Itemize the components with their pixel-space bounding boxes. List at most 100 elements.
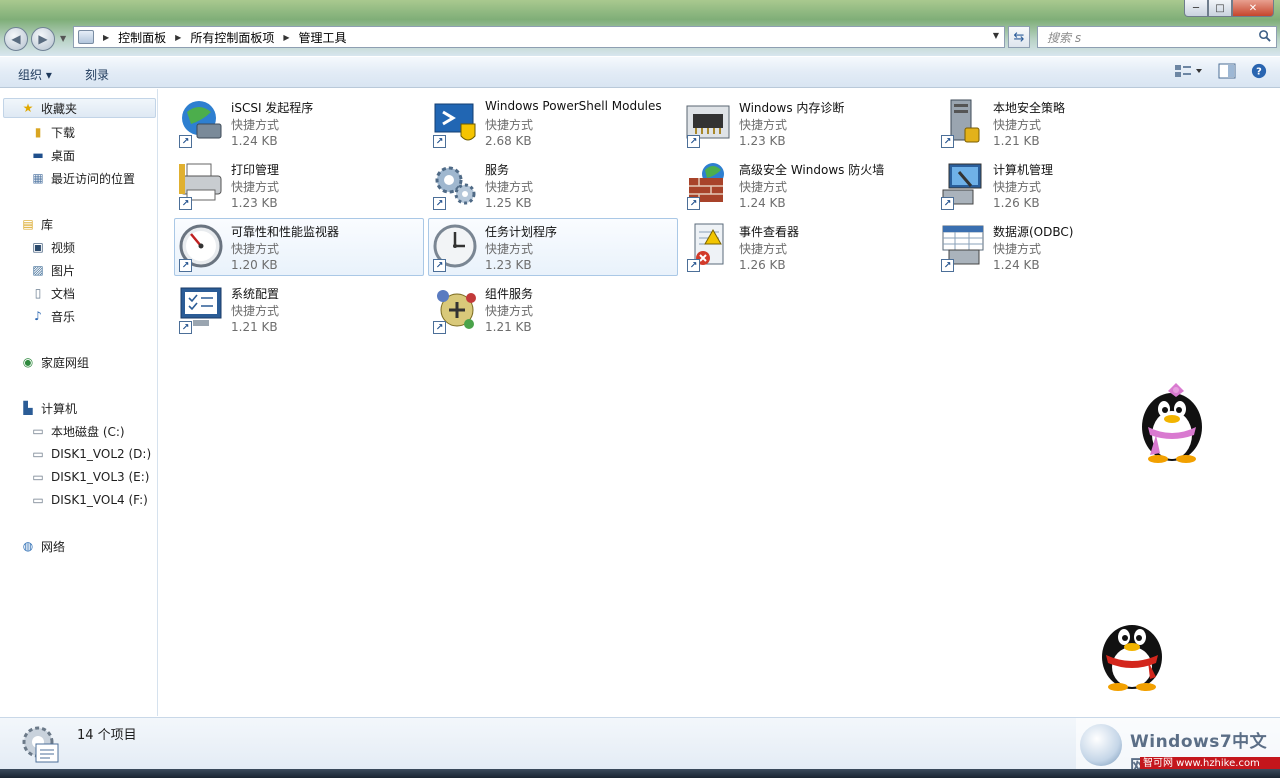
recent-pages-dropdown-icon[interactable]: ▼ <box>60 34 66 43</box>
file-size: 2.68 KB <box>485 133 532 148</box>
file-item-memory-diagnostic[interactable]: ↗ Windows 内存诊断 快捷方式 1.23 KB <box>682 94 932 152</box>
item-count: 14 个项目 <box>77 728 137 743</box>
nav-favorites[interactable]: ★ 收藏夹 <box>3 98 156 118</box>
nav-favorites-label: 收藏夹 <box>41 101 78 116</box>
nav-item-videos[interactable]: ▣ 视频 <box>30 237 75 257</box>
nav-item-label: 最近访问的位置 <box>51 171 136 186</box>
back-button[interactable]: ◀ <box>4 27 28 51</box>
nav-item-desktop[interactable]: ▬ 桌面 <box>30 145 75 165</box>
file-name: 本地安全策略 <box>993 101 1066 115</box>
taskbar <box>0 769 1280 778</box>
search-input[interactable]: 搜索 s <box>1037 26 1277 48</box>
nav-item-drive-c[interactable]: ▭ 本地磁盘 (C:) <box>30 421 124 441</box>
help-icon[interactable]: ? <box>1250 63 1268 79</box>
nav-libraries[interactable]: ▤ 库 <box>20 214 53 234</box>
file-item-iscsi[interactable]: ↗ iSCSI 发起程序 快捷方式 1.24 KB <box>174 94 424 152</box>
file-item-performance-monitor[interactable]: ↗ 可靠性和性能监视器 快捷方式 1.20 KB <box>174 218 424 276</box>
nav-item-recent-places[interactable]: ▦ 最近访问的位置 <box>30 168 135 188</box>
file-size: 1.23 KB <box>231 195 278 210</box>
nav-item-drive-e[interactable]: ▭ DISK1_VOL3 (E:) <box>30 467 149 487</box>
shortcut-arrow-icon: ↗ <box>941 197 954 210</box>
title-bar: ─ □ ✕ ◀ ▶ ▼ ▶ 控制面板 ▶ 所有控制面板项 ▶ 管理工具 ▼ ⇆ … <box>0 0 1280 56</box>
nav-item-music[interactable]: ♪ 音乐 <box>30 306 75 326</box>
nav-item-downloads[interactable]: ▮ 下载 <box>30 122 75 142</box>
breadcrumb-separator-icon[interactable]: ▶ <box>103 33 109 42</box>
breadcrumb-separator-icon[interactable]: ▶ <box>175 33 181 42</box>
breadcrumb-separator-icon[interactable]: ▶ <box>283 33 289 42</box>
file-size: 1.24 KB <box>231 133 278 148</box>
file-item-component-services[interactable]: ↗ 组件服务 快捷方式 1.21 KB <box>428 280 678 338</box>
breadcrumb-item[interactable]: 控制面板 <box>118 29 166 46</box>
file-item-powershell[interactable]: ↗ Windows PowerShell Modules 快捷方式 2.68 KB <box>428 94 678 152</box>
search-icon[interactable] <box>1258 29 1271 42</box>
file-item-local-security-policy[interactable]: ↗ 本地安全策略 快捷方式 1.21 KB <box>936 94 1186 152</box>
refresh-icon: ⇆ <box>1013 29 1025 45</box>
file-name: 计算机管理 <box>993 163 1054 177</box>
nav-item-pictures[interactable]: ▨ 图片 <box>30 260 75 280</box>
file-size: 1.23 KB <box>739 133 786 148</box>
file-item-odbc[interactable]: ↗ 数据源(ODBC) 快捷方式 1.24 KB <box>936 218 1186 276</box>
file-item-task-scheduler[interactable]: ↗ 任务计划程序 快捷方式 1.23 KB <box>428 218 678 276</box>
address-bar[interactable]: ▶ 控制面板 ▶ 所有控制面板项 ▶ 管理工具 ▼ <box>73 26 1005 48</box>
nav-item-drive-d[interactable]: ▭ DISK1_VOL2 (D:) <box>30 444 151 464</box>
nav-homegroup[interactable]: ◉ 家庭网组 <box>20 352 89 372</box>
nav-item-documents[interactable]: ▯ 文档 <box>30 283 75 303</box>
file-name: 高级安全 Windows 防火墙 <box>739 163 885 177</box>
star-icon: ★ <box>22 101 34 115</box>
windows-logo-icon <box>1080 724 1122 766</box>
libraries-icon: ▤ <box>22 217 34 231</box>
shortcut-arrow-icon: ↗ <box>433 259 446 272</box>
nav-computer[interactable]: ▙ 计算机 <box>20 398 77 418</box>
organize-button[interactable]: 组织 ▾ <box>18 66 52 83</box>
file-type: 快捷方式 <box>739 242 788 257</box>
file-name: Windows PowerShell Modules <box>485 99 662 113</box>
nav-network[interactable]: ◍ 网络 <box>20 536 65 556</box>
shortcut-arrow-icon: ↗ <box>179 259 192 272</box>
file-type: 快捷方式 <box>485 304 534 319</box>
nav-item-label: 下载 <box>51 125 76 140</box>
file-item-firewall[interactable]: ↗ 高级安全 Windows 防火墙 快捷方式 1.24 KB <box>682 156 932 214</box>
file-item-services[interactable]: ↗ 服务 快捷方式 1.25 KB <box>428 156 678 214</box>
file-item-computer-management[interactable]: ↗ 计算机管理 快捷方式 1.26 KB <box>936 156 1186 214</box>
file-type: 快捷方式 <box>993 242 1042 257</box>
file-item-event-viewer[interactable]: ↗ 事件查看器 快捷方式 1.26 KB <box>682 218 932 276</box>
forward-button[interactable]: ▶ <box>31 27 55 51</box>
nav-libraries-label: 库 <box>41 217 54 232</box>
file-size: 1.21 KB <box>231 319 278 334</box>
file-name: iSCSI 发起程序 <box>231 101 314 115</box>
file-size: 1.21 KB <box>993 133 1040 148</box>
shortcut-arrow-icon: ↗ <box>687 259 700 272</box>
file-type: 快捷方式 <box>231 304 280 319</box>
nav-homegroup-label: 家庭网组 <box>41 355 90 370</box>
minimize-button[interactable]: ─ <box>1184 0 1208 17</box>
navigation-pane: ★ 收藏夹 ▮ 下载 ▬ 桌面 ▦ 最近访问的位置 ▤ 库 ▣ 视频 ▨ 图片 … <box>0 89 158 716</box>
command-toolbar: 组织 ▾ 刻录 ? <box>0 57 1280 88</box>
file-item-print-management[interactable]: ↗ 打印管理 快捷方式 1.23 KB <box>174 156 424 214</box>
shortcut-arrow-icon: ↗ <box>687 135 700 148</box>
address-history-dropdown-icon[interactable]: ▼ <box>993 31 999 40</box>
breadcrumb: ▶ 控制面板 ▶ 所有控制面板项 ▶ 管理工具 <box>94 29 347 46</box>
file-name: 打印管理 <box>231 163 280 177</box>
preview-pane-icon[interactable] <box>1218 63 1236 79</box>
computer-icon: ▙ <box>23 401 33 415</box>
file-size: 1.23 KB <box>485 257 532 272</box>
change-view-icon[interactable] <box>1174 63 1204 79</box>
file-type: 快捷方式 <box>485 180 534 195</box>
nav-item-drive-f[interactable]: ▭ DISK1_VOL4 (F:) <box>30 490 148 510</box>
nav-item-label: DISK1_VOL3 (E:) <box>51 470 150 484</box>
nav-item-label: 文档 <box>51 286 76 301</box>
drive-icon: ▭ <box>32 493 44 507</box>
window-controls: ─ □ ✕ <box>1184 0 1274 17</box>
breadcrumb-item[interactable]: 管理工具 <box>299 29 347 46</box>
file-item-system-configuration[interactable]: ↗ 系统配置 快捷方式 1.21 KB <box>174 280 424 338</box>
refresh-button[interactable]: ⇆ <box>1008 26 1030 48</box>
close-button[interactable]: ✕ <box>1232 0 1274 17</box>
burn-button[interactable]: 刻录 <box>85 66 109 83</box>
breadcrumb-item[interactable]: 所有控制面板项 <box>190 29 274 46</box>
shortcut-arrow-icon: ↗ <box>179 321 192 334</box>
watermark-logo: Windows7中文网 智可网 www.hzhike.com <box>1076 718 1280 777</box>
maximize-button[interactable]: □ <box>1208 0 1232 17</box>
recent-places-icon: ▦ <box>32 171 44 185</box>
file-type: 快捷方式 <box>231 180 280 195</box>
search-placeholder: 搜索 s <box>1047 30 1082 45</box>
